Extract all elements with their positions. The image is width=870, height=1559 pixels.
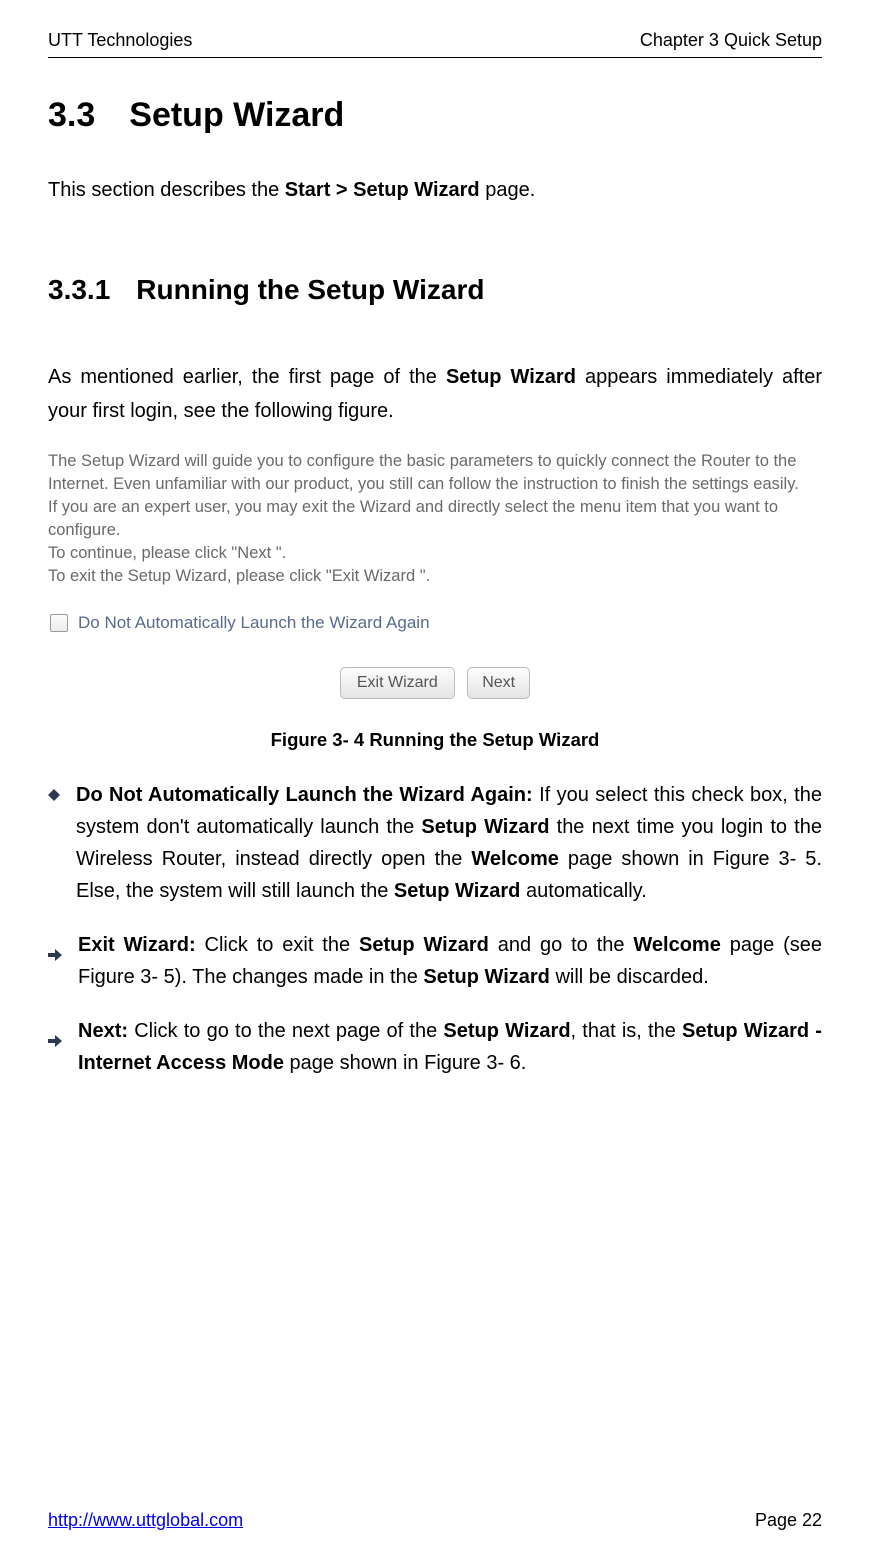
header-divider [48,57,822,58]
wizard-instruction-text: The Setup Wizard will guide you to confi… [48,450,822,589]
bullet-content: Next: Click to go to the next page of th… [78,1015,822,1079]
b2-bold3: Welcome [633,934,720,956]
footer-link[interactable]: http://www.uttglobal.com [48,1510,243,1531]
b3-t1: Click to go to the next page of the [128,1020,443,1042]
b1-bold2: Setup Wizard [421,816,549,838]
no-auto-launch-row: Do Not Automatically Launch the Wizard A… [50,613,822,633]
page-footer: http://www.uttglobal.com Page 22 [48,1510,822,1531]
exit-wizard-button[interactable]: Exit Wizard [340,667,455,699]
b1-bold4: Setup Wizard [394,880,521,902]
bullet-no-auto-launch: Do Not Automatically Launch the Wizard A… [48,779,822,907]
b1-bold3: Welcome [471,848,558,870]
wizard-line4: To continue, please click "Next ". [48,542,822,565]
b3-bold1: Next: [78,1020,128,1042]
bullet-exit-wizard: Exit Wizard: Click to exit the Setup Wiz… [48,929,822,993]
b1-t4: automatically. [520,880,646,902]
b1-bold1: Do Not Automatically Launch the Wizard A… [76,784,533,806]
body-bold: Setup Wizard [446,366,576,388]
wizard-line2: Internet. Even unfamiliar with our produ… [48,473,822,496]
h1-title: Setup Wizard [129,96,344,134]
setup-wizard-screenshot: The Setup Wizard will guide you to confi… [48,450,822,699]
b2-t2: and go to the [489,934,634,956]
b2-t1: Click to exit the [196,934,359,956]
b2-t4: will be discarded. [550,966,709,988]
intro-bold: Start > Setup Wizard [285,179,480,201]
bullet-content: Do Not Automatically Launch the Wizard A… [76,779,822,907]
b2-bold2: Setup Wizard [359,934,489,956]
body-prefix: As mentioned earlier, the first page of … [48,366,446,388]
arrow-right-icon [48,1025,62,1037]
wizard-button-row: Exit Wizard Next [48,667,822,699]
section-heading-1: 3.3 Setup Wizard [48,96,822,135]
b3-t3: page shown in Figure 3- 6. [284,1052,526,1074]
intro-paragraph: This section describes the Start > Setup… [48,179,822,202]
arrow-right-icon [48,939,62,951]
section-heading-2: 3.3.1 Running the Setup Wizard [48,274,822,306]
wizard-line1: The Setup Wizard will guide you to confi… [48,450,822,473]
b3-bold2: Setup Wizard [443,1020,570,1042]
h2-number: 3.3.1 [48,274,110,306]
h2-title: Running the Setup Wizard [136,274,484,305]
diamond-icon [48,789,60,801]
no-auto-launch-label: Do Not Automatically Launch the Wizard A… [78,613,430,633]
page-number: Page 22 [755,1510,822,1531]
bullet-content: Exit Wizard: Click to exit the Setup Wiz… [78,929,822,993]
page-header: UTT Technologies Chapter 3 Quick Setup [48,30,822,51]
intro-prefix: This section describes the [48,179,285,201]
body-paragraph: As mentioned earlier, the first page of … [48,360,822,428]
header-left: UTT Technologies [48,30,192,51]
wizard-line5: To exit the Setup Wizard, please click "… [48,565,822,588]
figure-caption: Figure 3- 4 Running the Setup Wizard [48,729,822,751]
bullet-next: Next: Click to go to the next page of th… [48,1015,822,1079]
next-button[interactable]: Next [467,667,530,699]
intro-suffix: page. [480,179,536,201]
b3-t2: , that is, the [571,1020,682,1042]
no-auto-launch-checkbox[interactable] [50,614,68,632]
h1-number: 3.3 [48,96,95,135]
b2-bold4: Setup Wizard [423,966,550,988]
wizard-line3: If you are an expert user, you may exit … [48,496,822,542]
b2-bold1: Exit Wizard: [78,934,196,956]
header-right: Chapter 3 Quick Setup [640,30,822,51]
